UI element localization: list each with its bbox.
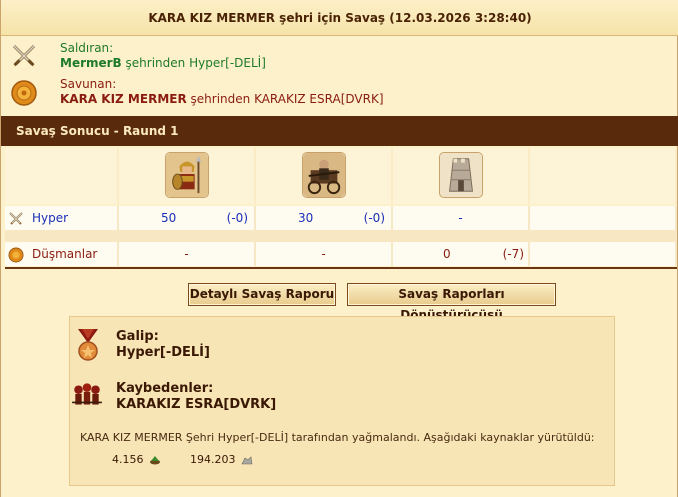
crossed-swords-icon	[12, 44, 36, 67]
medal-icon	[78, 329, 98, 361]
unit-header-cell	[256, 148, 393, 204]
unit-cell-empty: -	[256, 242, 393, 266]
unit-cell: 0 (-7)	[393, 242, 530, 266]
unit-loss: (-0)	[226, 211, 248, 225]
attacker-origin: MermerB şehrinden Hyper[-DELİ]	[60, 56, 266, 70]
attacker-middle-text: şehrinden	[121, 56, 190, 70]
shield-icon	[8, 247, 24, 263]
defender-row-name: Düşmanlar	[32, 247, 98, 261]
unit-loss: (-7)	[502, 247, 524, 261]
detailed-report-button[interactable]: Detaylı Savaş Raporu	[188, 283, 336, 306]
attacker-row-label: Hyper	[5, 206, 119, 230]
unit-cell-empty: -	[119, 242, 256, 266]
defender-label: Savunan:	[60, 77, 117, 91]
resource-wood-amount: 4.156	[112, 453, 144, 466]
report-converter-button[interactable]: Savaş Raporları Dönüştürücüsü	[347, 283, 556, 322]
unit-cell-empty: -	[393, 206, 530, 230]
battle-title: KARA KIZ MERMER şehri için Savaş (12.03.…	[1, 0, 678, 36]
archer-unit-icon[interactable]	[301, 152, 346, 198]
unit-header-cell	[393, 148, 530, 204]
unit-header-row	[5, 148, 677, 204]
defender-origin: KARA KIZ MERMER şehrinden KARAKIZ ESRA[D…	[60, 92, 384, 106]
unit-header-cell	[119, 148, 256, 204]
header-empty-cell	[530, 148, 677, 204]
defender-units-row: Düşmanlar - - 0 (-7)	[5, 242, 677, 266]
resource-stone-amount: 194.203	[190, 453, 236, 466]
wood-resource-icon	[150, 456, 160, 465]
spearman-unit-icon[interactable]	[164, 152, 209, 198]
defender-row-label: Düşmanlar	[5, 242, 119, 266]
losers-label: Kaybedenler:	[116, 381, 214, 396]
attacker-label: Saldıran:	[60, 41, 114, 55]
table-divider	[5, 267, 677, 269]
battle-report-window: KARA KIZ MERMER şehri için Savaş (12.03.…	[0, 0, 678, 497]
attacker-units-row: Hyper 50 (-0) 30 (-0) -	[5, 206, 677, 230]
unit-cell: 30 (-0)	[256, 206, 393, 230]
attacker-section: Saldıran: MermerB şehrinden Hyper[-DELİ]	[1, 38, 678, 74]
crossed-swords-icon	[9, 212, 23, 225]
defeated-army-icon	[72, 383, 102, 405]
shield-icon	[11, 80, 37, 106]
attacker-player-link[interactable]: Hyper[-DELİ]	[189, 56, 266, 70]
defender-player-link[interactable]: KARAKIZ ESRA[DVRK]	[254, 92, 383, 106]
battle-summary-box: Galip: Hyper[-DELİ] Kaybedenler: KARAKIZ…	[69, 316, 615, 486]
row-spacer	[5, 230, 677, 242]
attacker-city-link[interactable]: MermerB	[60, 56, 122, 70]
unit-count: 50	[161, 211, 177, 225]
empty-cell	[530, 242, 677, 266]
wall-tower-icon[interactable]	[438, 152, 483, 198]
losers-name: KARAKIZ ESRA[DVRK]	[116, 397, 277, 412]
battle-result-header: Savaş Sonucu - Raund 1	[1, 116, 678, 146]
defender-city-link[interactable]: KARA KIZ MERMER	[60, 92, 187, 106]
unit-loss: (-0)	[363, 211, 385, 225]
defender-middle-text: şehrinden	[186, 92, 255, 106]
winner-name: Hyper[-DELİ]	[116, 345, 210, 360]
stone-resource-icon	[241, 456, 253, 465]
unit-count: 0	[443, 247, 451, 261]
plunder-description: KARA KIZ MERMER Şehri Hyper[-DELİ] taraf…	[80, 431, 595, 444]
winner-label: Galip:	[116, 329, 159, 344]
defender-section: Savunan: KARA KIZ MERMER şehrinden KARAK…	[1, 74, 678, 110]
unit-count: 30	[298, 211, 314, 225]
resource-wood: 4.156	[112, 453, 161, 466]
empty-cell	[530, 206, 677, 230]
header-empty-cell	[5, 148, 119, 204]
attacker-row-name: Hyper	[32, 211, 69, 225]
unit-cell: 50 (-0)	[119, 206, 256, 230]
resource-stone: 194.203	[190, 453, 253, 466]
